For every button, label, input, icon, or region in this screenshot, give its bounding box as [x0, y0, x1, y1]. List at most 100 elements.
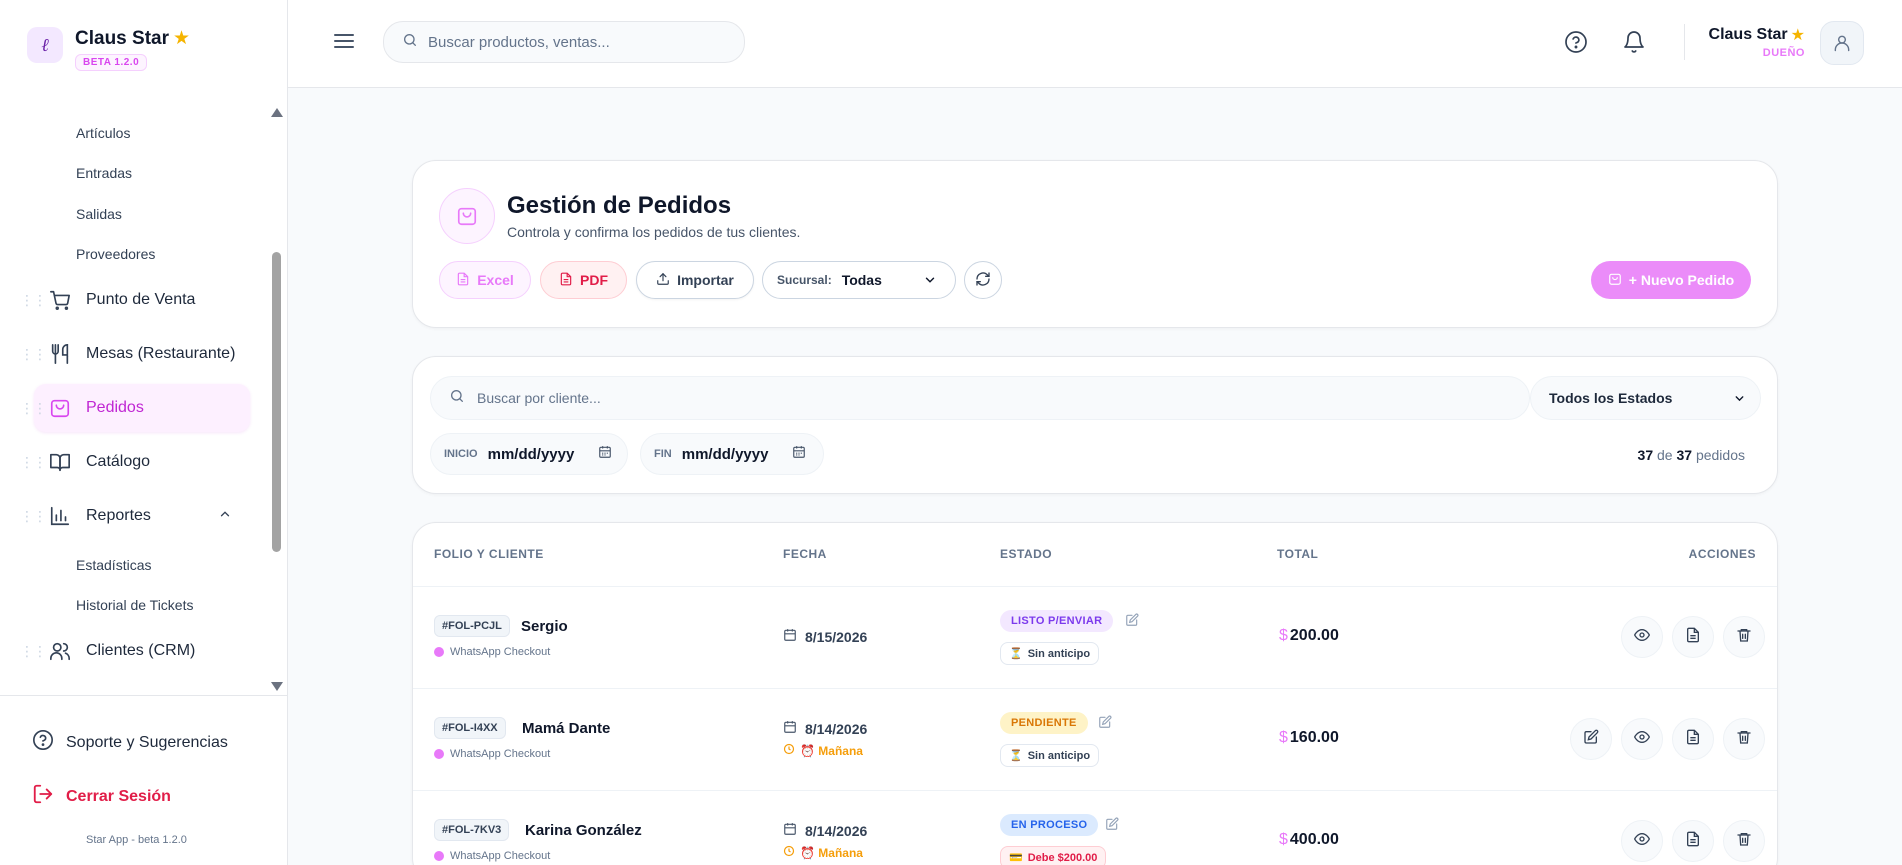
- calendar-icon: [783, 720, 797, 737]
- start-date-input[interactable]: mm/dd/yyyy: [488, 446, 588, 463]
- sucursal-select[interactable]: Sucursal: Todas: [762, 261, 956, 299]
- scrollbar-thumb[interactable]: [272, 252, 281, 552]
- support-link[interactable]: Soporte y Sugerencias: [32, 729, 228, 756]
- file-icon: [456, 272, 470, 289]
- pdf-label: PDF: [580, 272, 608, 288]
- sidebar-item-mesas[interactable]: ⋮⋮ Mesas (Restaurante): [20, 330, 250, 378]
- sidebar-item-punto-de-venta[interactable]: ⋮⋮ Punto de Venta: [20, 276, 250, 324]
- help-circle-icon[interactable]: [1564, 30, 1588, 54]
- sidebar-subitem-entradas[interactable]: Entradas: [76, 165, 132, 181]
- avatar[interactable]: [1820, 21, 1864, 65]
- results-count: 37 de 37 pedidos: [1638, 447, 1745, 463]
- eye-icon: [1633, 729, 1651, 750]
- calendar-icon: [783, 628, 797, 645]
- sidebar-item-catalogo[interactable]: ⋮⋮ Catálogo: [20, 438, 250, 486]
- view-button[interactable]: [1621, 718, 1663, 760]
- drag-handle-icon[interactable]: ⋮⋮: [20, 644, 47, 658]
- end-date-field[interactable]: FIN mm/dd/yyyy: [640, 433, 824, 475]
- order-date: 8/15/2026: [783, 628, 867, 645]
- order-date-text: 8/14/2026: [805, 822, 868, 839]
- scroll-down-arrow[interactable]: [271, 682, 283, 691]
- client-search[interactable]: [430, 376, 1530, 420]
- delete-button[interactable]: [1723, 718, 1765, 760]
- view-button[interactable]: [1621, 616, 1663, 658]
- end-date-label: FIN: [654, 448, 672, 460]
- status-badge[interactable]: PENDIENTE: [1000, 712, 1088, 734]
- sidebar-subitem-estadisticas[interactable]: Estadísticas: [76, 557, 151, 573]
- sucursal-value: Todas: [841, 272, 882, 288]
- sidebar-subitem-salidas[interactable]: Salidas: [76, 206, 122, 222]
- status-badge[interactable]: LISTO P/ENVIAR: [1000, 610, 1114, 632]
- table-row[interactable]: #FOL-7KV3 Karina González WhatsApp Check…: [413, 791, 1777, 865]
- receipt-button[interactable]: [1672, 718, 1714, 760]
- client-search-input[interactable]: [477, 390, 1377, 406]
- payment-chip: 💳 Debe $200.00: [1000, 846, 1107, 865]
- edit-status-icon[interactable]: [1125, 613, 1139, 632]
- drag-handle-icon[interactable]: ⋮⋮: [20, 455, 47, 469]
- order-date-text: 8/15/2026: [805, 628, 868, 645]
- search-icon: [402, 32, 418, 53]
- brand[interactable]: ℓ Claus Star ★ BETA 1.2.0: [27, 27, 190, 71]
- status-filter-select[interactable]: Todos los Estados: [1530, 376, 1761, 420]
- hourglass-icon: ⏳: [1009, 750, 1023, 762]
- excel-label: Excel: [477, 272, 514, 288]
- count-total: 37: [1676, 447, 1693, 463]
- search-icon: [449, 388, 465, 409]
- end-date-input[interactable]: mm/dd/yyyy: [682, 446, 782, 463]
- receipt-button[interactable]: [1672, 616, 1714, 658]
- bell-icon[interactable]: [1622, 30, 1646, 54]
- receipt-button[interactable]: [1672, 820, 1714, 862]
- edit-button[interactable]: [1570, 718, 1612, 760]
- table-row[interactable]: #FOL-I4XX Mamá Dante WhatsApp Checkout 8…: [413, 689, 1777, 791]
- drag-handle-icon[interactable]: ⋮⋮: [20, 401, 47, 415]
- currency-symbol: $: [1279, 627, 1288, 644]
- page-title: Gestión de Pedidos: [507, 192, 732, 219]
- drag-handle-icon[interactable]: ⋮⋮: [20, 293, 47, 307]
- due-label: ⏰ Mañana: [800, 743, 863, 758]
- order-total: $400.00: [1279, 831, 1339, 849]
- sidebar-item-clientes[interactable]: ⋮⋮ Clientes (CRM): [20, 627, 250, 675]
- menu-icon[interactable]: [334, 30, 354, 52]
- table-row[interactable]: #FOL-PCJL Sergio WhatsApp Checkout 8/15/…: [413, 587, 1777, 689]
- sidebar-subitem-historial-tickets[interactable]: Historial de Tickets: [76, 597, 193, 613]
- sidebar-item-label: Clientes (CRM): [86, 642, 196, 659]
- edit-status-icon[interactable]: [1098, 715, 1112, 734]
- page-subtitle: Controla y confirma los pedidos de tus c…: [507, 224, 801, 240]
- sidebar-subitem-proveedores[interactable]: Proveedores: [76, 246, 155, 262]
- file-text-icon: [1685, 831, 1701, 852]
- import-button[interactable]: Importar: [636, 261, 754, 299]
- excel-export-button[interactable]: Excel: [439, 261, 531, 299]
- filters-card: Todos los Estados INICIO mm/dd/yyyy FIN …: [412, 356, 1778, 494]
- top-header: Claus Star★ DUEÑO: [288, 0, 1902, 88]
- scroll-up-arrow[interactable]: [271, 108, 283, 117]
- calendar-icon[interactable]: [792, 445, 806, 464]
- new-order-button[interactable]: + Nuevo Pedido: [1591, 261, 1751, 299]
- column-header-date: FECHA: [783, 547, 827, 561]
- global-search[interactable]: [383, 21, 745, 63]
- sidebar-subitem-articulos[interactable]: Artículos: [76, 125, 130, 141]
- start-date-field[interactable]: INICIO mm/dd/yyyy: [430, 433, 628, 475]
- refresh-icon: [975, 271, 991, 290]
- view-button[interactable]: [1621, 820, 1663, 862]
- sidebar-item-reportes[interactable]: ⋮⋮ Reportes: [20, 492, 250, 540]
- delete-button[interactable]: [1723, 820, 1765, 862]
- calendar-icon[interactable]: [598, 445, 612, 464]
- logout-button[interactable]: Cerrar Sesión: [32, 783, 171, 810]
- drag-handle-icon[interactable]: ⋮⋮: [20, 347, 47, 361]
- edit-status-icon[interactable]: [1105, 817, 1119, 836]
- order-total: $200.00: [1279, 627, 1339, 645]
- clock-icon: [783, 845, 795, 860]
- status-badge[interactable]: EN PROCESO: [1000, 814, 1099, 836]
- chevron-up-icon[interactable]: [218, 507, 232, 526]
- utensils-icon: [48, 342, 72, 366]
- refresh-button[interactable]: [964, 261, 1002, 299]
- sidebar-item-pedidos[interactable]: ⋮⋮ Pedidos: [20, 384, 250, 432]
- pdf-export-button[interactable]: PDF: [540, 261, 627, 299]
- order-total: $160.00: [1279, 729, 1339, 747]
- drag-handle-icon[interactable]: ⋮⋮: [20, 509, 47, 523]
- delete-button[interactable]: [1723, 616, 1765, 658]
- global-search-input[interactable]: [428, 33, 728, 51]
- chevron-down-icon: [923, 273, 937, 292]
- user-name[interactable]: Claus Star ★: [1709, 25, 1805, 45]
- order-origin: WhatsApp Checkout: [434, 850, 550, 862]
